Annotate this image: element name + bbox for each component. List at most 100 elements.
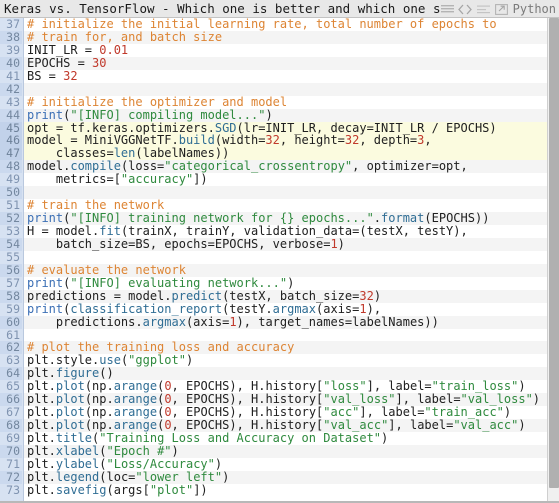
token-num: 1 [359,301,367,316]
line-number: 72 [0,470,22,484]
language-label: Python [512,2,556,16]
token-id: (labelNames)) [135,146,230,161]
token-id: plt. [27,405,56,420]
code-editor[interactable]: 37 # initialize the initial learning rate… [0,18,559,503]
code-line[interactable]: 49 metrics=["accuracy"]) [0,173,559,187]
token-num: 0 [164,392,172,407]
token-attr: predict [171,288,223,303]
token-fn: print [27,275,64,290]
token-attr: title [55,431,93,445]
code-line-text: BS = 32 [24,68,78,83]
token-str: "accuracy" [120,172,194,187]
token-com: # initialize the optimizer and model [27,94,288,109]
token-id: (np. [84,418,114,433]
token-id: opt = tf.keras.optimizers. [27,120,215,135]
token-id: , height= [279,133,345,148]
code-line[interactable]: 60 predictions.argmax(axis=1), target_na… [0,314,559,329]
token-str: "ggplot" [128,353,186,368]
token-id: batch_size=BS, epochs=EPOCHS, verbose= [27,236,331,251]
token-id: ]) [193,482,208,497]
token-id: ) [171,443,179,458]
token-str: "plot" [149,482,194,497]
line-number: 44 [0,108,22,122]
token-attr: plot [55,392,85,407]
token-id: (testX, batch_size= [222,288,360,303]
token-id: ), [366,301,382,316]
code-snippet-window: Keras vs. TensorFlow - Which one is bett… [0,0,559,503]
token-str: "loss" [323,379,367,394]
token-str: "categorical_crossentropy" [164,159,353,174]
token-str: "[INFO] compiling model..." [70,107,266,122]
token-id: ], label= [359,405,425,420]
token-attr: len [113,146,136,161]
token-str: "val_acc" [323,418,389,433]
token-attr: plot [55,379,85,394]
code-line[interactable]: 41 BS = 32 [0,68,559,83]
code-line-text: batch_size=BS, epochs=EPOCHS, verbose=1) [24,236,345,251]
token-str: "train_acc" [424,405,504,420]
token-id: , EPOCHS), H.history[ [171,379,324,394]
token-id: ) [214,456,223,471]
token-id: ]) [193,172,208,187]
code-line-text: metrics=["accuracy"]) [24,173,208,186]
token-id: (EPOCHS)) [424,211,490,226]
token-id: ) [287,275,295,290]
lines-icon[interactable] [440,3,455,16]
token-id: , EPOCHS), H.history[ [171,405,324,420]
token-id: plt. [27,456,56,471]
token-attr: arange [113,418,158,433]
token-id: plt. [27,379,56,394]
code-line-text: predictions.argmax(axis=1), target_names… [24,314,439,329]
vertical-scrollbar-track[interactable] [547,18,559,503]
vertical-scrollbar-thumb[interactable] [549,18,559,488]
token-id: (testY. [222,301,273,316]
token-id: EPOCHS = [27,55,93,70]
token-id: ) [518,379,526,394]
token-id: INIT_LR = [27,42,100,57]
token-id: ) [222,469,230,484]
token-id: plt. [27,469,56,484]
token-attr: xlabel [55,443,100,458]
token-id: ], label= [366,379,432,394]
popout-icon[interactable] [494,3,509,16]
token-num: 0 [164,405,172,420]
token-id: ) [518,418,526,433]
line-number: 38 [0,30,22,44]
token-attr: build [178,133,215,148]
line-number: 39 [0,43,22,57]
code-line[interactable]: 40 EPOCHS = 30 [0,55,559,70]
token-id: ], label= [395,392,461,407]
token-attr: argmax [272,301,317,316]
list-icon[interactable] [476,3,491,16]
token-str: "acc" [323,405,360,420]
code-brackets-icon[interactable] [458,3,473,16]
line-number: 40 [0,56,22,70]
token-id: , optimizer=opt, [352,159,468,174]
token-attr: compile [70,159,121,174]
line-number: 53 [0,225,22,238]
token-id: (axis= [185,314,230,329]
code-line[interactable]: 73 plt.savefig(args["plot"]) [0,482,559,497]
token-id: ], label= [388,418,454,433]
token-id: (args[ [106,482,150,497]
token-id: (np. [84,392,114,407]
token-id: plt. [27,431,56,445]
token-id: model. [27,159,71,174]
token-attr: argmax [142,314,186,329]
token-id: classes= [27,146,114,161]
gutter-divider [23,18,24,503]
window-title: Keras vs. TensorFlow - Which one is bett… [4,0,441,16]
token-attr: ylabel [55,456,100,471]
token-id: H = model. [27,224,100,238]
token-num: 32 [63,68,78,83]
token-str: "val_loss" [460,392,533,407]
token-id: (np. [84,405,114,420]
token-id: BS = [27,68,64,83]
token-attr: classification_report [70,301,223,316]
token-attr: arange [113,379,158,394]
token-id: metrics=[ [27,172,121,187]
token-id: model = MiniVGGNetTF. [27,133,179,148]
code-line[interactable]: 54 batch_size=BS, epochs=EPOCHS, verbose… [0,236,559,251]
token-attr: fit [99,224,121,238]
token-attr: legend [55,469,100,484]
